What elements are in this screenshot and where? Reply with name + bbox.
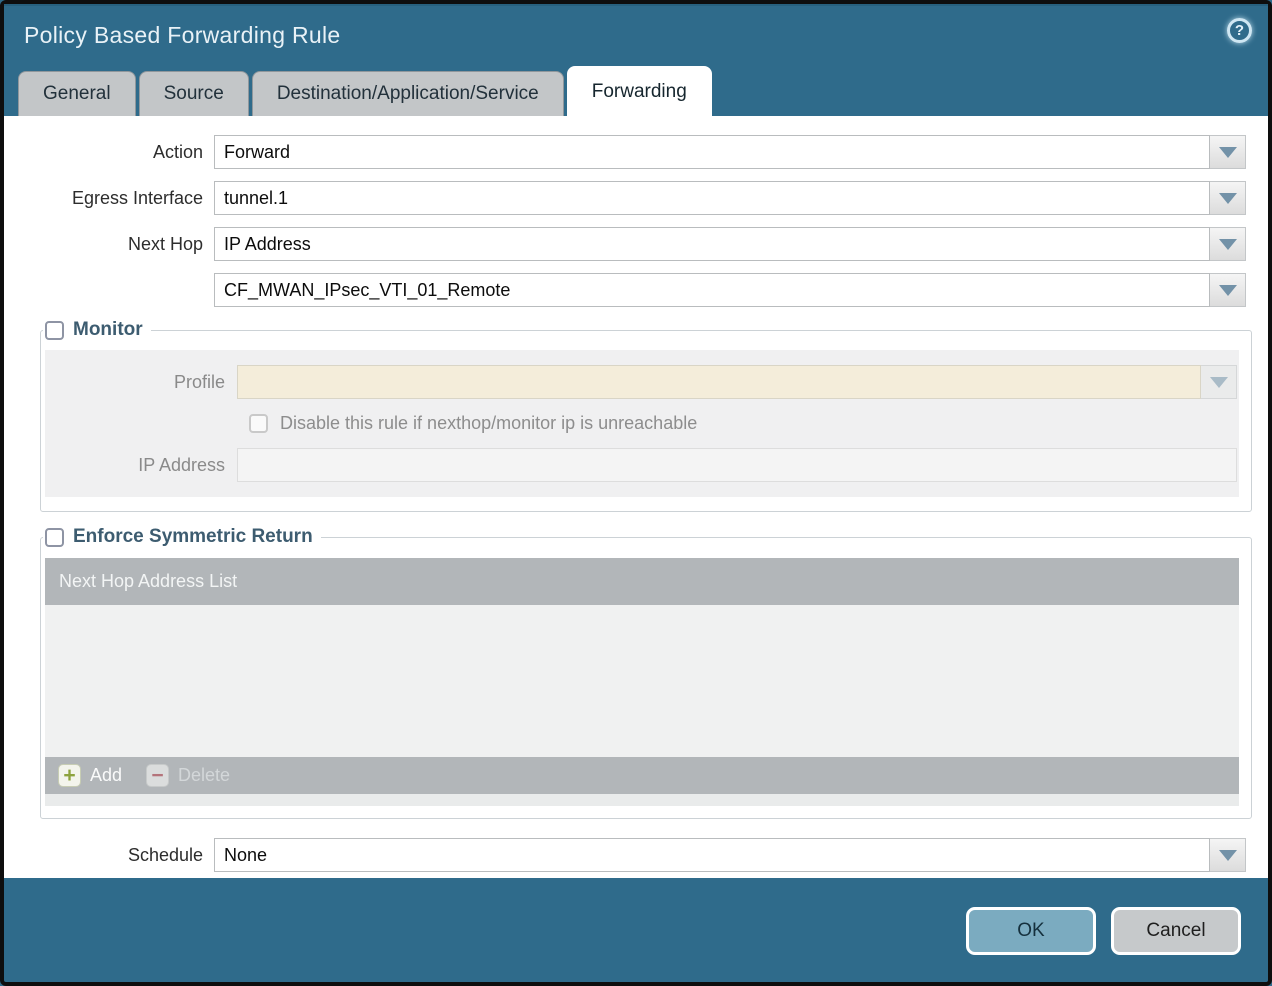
- profile-label: Profile: [45, 372, 237, 393]
- chevron-down-icon: [1219, 285, 1237, 296]
- forwarding-tab-panel: Action Forward Egress Interface tunnel.1…: [4, 116, 1268, 878]
- symmetric-return-checkbox[interactable]: [45, 528, 64, 547]
- profile-select: [237, 365, 1201, 399]
- ok-button[interactable]: OK: [966, 907, 1096, 955]
- schedule-select[interactable]: None: [214, 838, 1210, 872]
- next-hop-address-select[interactable]: CF_MWAN_IPsec_VTI_01_Remote: [214, 273, 1210, 307]
- schedule-dropdown-button[interactable]: [1210, 838, 1246, 872]
- action-dropdown-button[interactable]: [1210, 135, 1246, 169]
- next-hop-type-select[interactable]: IP Address: [214, 227, 1210, 261]
- profile-row: Profile: [45, 365, 1237, 399]
- tab-general-label: General: [43, 83, 111, 105]
- cancel-button[interactable]: Cancel: [1111, 907, 1241, 955]
- monitor-section: Monitor Profile Disable this rule if nex…: [40, 319, 1252, 512]
- monitor-panel: Profile Disable this rule if nexthop/mon…: [45, 350, 1239, 497]
- tab-forwarding[interactable]: Forwarding: [567, 66, 712, 116]
- delete-button: − Delete: [146, 764, 230, 787]
- monitor-ip-address-input: [237, 448, 1237, 482]
- schedule-row: Schedule None: [4, 838, 1246, 872]
- action-row: Action Forward: [4, 135, 1246, 169]
- tab-source[interactable]: Source: [139, 71, 249, 116]
- symmetric-return-legend-label: Enforce Symmetric Return: [73, 526, 313, 548]
- next-hop-label: Next Hop: [4, 234, 214, 255]
- tab-source-label: Source: [164, 83, 224, 105]
- add-button-label: Add: [90, 765, 122, 786]
- delete-button-label: Delete: [178, 765, 230, 786]
- monitor-checkbox[interactable]: [45, 321, 64, 340]
- monitor-legend-label: Monitor: [73, 319, 143, 341]
- help-icon[interactable]: ?: [1227, 18, 1252, 43]
- monitor-legend: Monitor: [43, 319, 151, 341]
- next-hop-address-list-table: Next Hop Address List + Add − Delete: [45, 558, 1239, 806]
- next-hop-dropdown-button[interactable]: [1210, 227, 1246, 261]
- chevron-down-icon: [1219, 239, 1237, 250]
- table-header-next-hop-address-list: Next Hop Address List: [45, 558, 1239, 605]
- chevron-down-icon: [1210, 377, 1228, 388]
- dialog-titlebar: Policy Based Forwarding Rule ?: [4, 4, 1268, 64]
- chevron-down-icon: [1219, 147, 1237, 158]
- disable-rule-row: Disable this rule if nexthop/monitor ip …: [249, 413, 1239, 434]
- disable-rule-checkbox: [249, 414, 268, 433]
- tab-forwarding-label: Forwarding: [592, 81, 687, 103]
- profile-dropdown-button: [1201, 365, 1237, 399]
- tab-destination-label: Destination/Application/Service: [277, 83, 539, 105]
- tab-destination-application-service[interactable]: Destination/Application/Service: [252, 71, 564, 116]
- chevron-down-icon: [1219, 193, 1237, 204]
- disable-rule-label: Disable this rule if nexthop/monitor ip …: [280, 413, 697, 434]
- monitor-ip-address-row: IP Address: [45, 448, 1237, 482]
- monitor-ip-address-label: IP Address: [45, 455, 237, 476]
- table-body-empty[interactable]: [45, 605, 1239, 757]
- add-button[interactable]: + Add: [58, 764, 122, 787]
- table-toolbar: + Add − Delete: [45, 757, 1239, 794]
- next-hop-address-dropdown-button[interactable]: [1210, 273, 1246, 307]
- table-bottom-strip: [45, 794, 1239, 806]
- minus-icon: −: [146, 764, 169, 787]
- egress-interface-label: Egress Interface: [4, 188, 214, 209]
- action-label: Action: [4, 142, 214, 163]
- symmetric-return-section: Enforce Symmetric Return Next Hop Addres…: [40, 526, 1252, 819]
- tab-general[interactable]: General: [18, 71, 136, 116]
- footer-buttons: OK Cancel: [966, 907, 1241, 955]
- dialog-footer: OK Cancel: [4, 878, 1268, 982]
- next-hop-row: Next Hop IP Address: [4, 227, 1246, 261]
- next-hop-address-row: CF_MWAN_IPsec_VTI_01_Remote: [4, 273, 1246, 307]
- schedule-label: Schedule: [4, 845, 214, 866]
- plus-icon: +: [58, 764, 81, 787]
- egress-interface-dropdown-button[interactable]: [1210, 181, 1246, 215]
- egress-interface-select[interactable]: tunnel.1: [214, 181, 1210, 215]
- symmetric-return-legend: Enforce Symmetric Return: [43, 526, 321, 548]
- tab-bar: General Source Destination/Application/S…: [4, 64, 1268, 116]
- chevron-down-icon: [1219, 850, 1237, 861]
- help-glyph: ?: [1235, 22, 1244, 39]
- egress-interface-row: Egress Interface tunnel.1: [4, 181, 1246, 215]
- action-select[interactable]: Forward: [214, 135, 1210, 169]
- dialog-title: Policy Based Forwarding Rule: [24, 22, 341, 49]
